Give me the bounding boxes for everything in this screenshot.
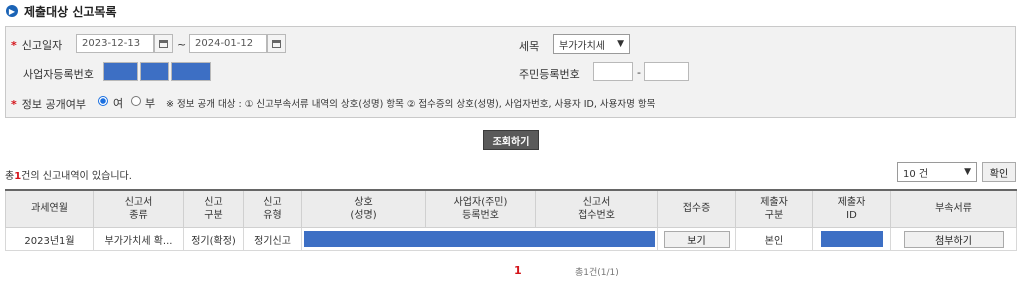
biz-reg-part1-input[interactable] (103, 62, 138, 81)
col-receipt: 접수증 (657, 189, 736, 228)
disclose-label: * 정보 공개여부 (11, 98, 86, 111)
cell-period: 2023년1월 (5, 227, 94, 251)
resident-reg-separator: - (637, 66, 641, 79)
cell-redacted-info (301, 227, 658, 251)
date-separator: ~ (177, 38, 187, 51)
redacted-block (820, 231, 883, 247)
page-title-text: 제출대상 신고목록 (24, 4, 117, 19)
cell-submitter-type: 본인 (735, 227, 813, 251)
attach-button[interactable]: 첨부하기 (903, 230, 1004, 248)
disclose-yes-radio[interactable] (98, 96, 108, 106)
cell-report-class: 정기(확정) (183, 227, 244, 251)
page-size-select[interactable]: 10 건 ▼ (897, 162, 977, 182)
search-submit-button[interactable]: 조회하기 (483, 130, 539, 150)
disclose-no-radio[interactable] (131, 96, 141, 106)
cell-report-type: 정기신고 (243, 227, 302, 251)
col-attachments: 부속서류 (890, 189, 1017, 228)
page-current[interactable]: 1 (514, 264, 522, 277)
col-report-class: 신고 구분 (183, 189, 244, 228)
date-from-input[interactable]: 2023-12-13 (76, 34, 154, 53)
chevron-down-icon: ▼ (964, 167, 971, 177)
table-row: 2023년1월 부가가치세 확... 정기(확정) 정기신고 보기 본인 첨부하… (5, 227, 1017, 251)
resident-reg-part2-input[interactable] (644, 62, 689, 81)
page-summary: 총1건(1/1) (575, 268, 619, 278)
view-receipt-button[interactable]: 보기 (663, 230, 730, 248)
col-period: 과세연월 (5, 189, 94, 228)
cell-attachments: 첨부하기 (890, 227, 1017, 251)
calendar-icon[interactable] (154, 34, 173, 53)
tax-item-select[interactable]: 부가가치세 ▼ (553, 34, 630, 54)
calendar-icon[interactable] (267, 34, 286, 53)
col-receipt-number: 신고서 접수번호 (535, 189, 658, 228)
disclose-no-label: 부 (145, 97, 156, 110)
required-marker: * (11, 98, 17, 111)
resident-reg-part1-input[interactable] (593, 62, 633, 81)
tax-item-value: 부가가치세 (559, 40, 605, 52)
page-size-confirm-button[interactable]: 확인 (982, 162, 1016, 182)
resident-reg-label: 주민등록번호 (519, 68, 580, 81)
biz-reg-label: 사업자등록번호 (23, 68, 94, 81)
cell-submitter-id (812, 227, 891, 251)
table-header-row: 과세연월 신고서 종류 신고 구분 신고 유형 상호 (성명) 사업자(주민) 등록번호 … (5, 189, 1017, 228)
required-marker: * (11, 39, 17, 52)
col-submitter-type: 제출자 구분 (735, 189, 813, 228)
report-date-label: * 신고일자 (11, 39, 63, 52)
disclose-yes-label: 여 (113, 97, 124, 110)
report-table: 과세연월 신고서 종류 신고 구분 신고 유형 상호 (성명) 사업자(주민) 등록번호 … (5, 189, 1017, 251)
col-trade-name: 상호 (성명) (301, 189, 426, 228)
col-submitter-id: 제출자 ID (812, 189, 891, 228)
date-to-input[interactable]: 2024-01-12 (189, 34, 267, 53)
tax-item-label: 세목 (519, 40, 540, 53)
col-report-type: 신고 유형 (243, 189, 302, 228)
cell-form-type: 부가가치세 확... (93, 227, 184, 251)
result-summary: 총1건의 신고내역이 있습니다. (5, 171, 132, 182)
page-size-value: 10 건 (903, 168, 929, 180)
biz-reg-part3-input[interactable] (171, 62, 211, 81)
col-reg-number: 사업자(주민) 등록번호 (425, 189, 536, 228)
redacted-block (304, 231, 655, 247)
col-form-type: 신고서 종류 (93, 189, 184, 228)
cell-receipt: 보기 (657, 227, 736, 251)
disclose-note: ※ 정보 공개 대상 : ① 신고부속서류 내역의 상호(성명) 항목 ② 접수… (166, 99, 656, 110)
chevron-down-icon: ▼ (617, 39, 624, 49)
page-title: ▶ 제출대상 신고목록 (6, 3, 117, 19)
biz-reg-part2-input[interactable] (140, 62, 169, 81)
chevron-right-icon: ▶ (6, 5, 18, 17)
